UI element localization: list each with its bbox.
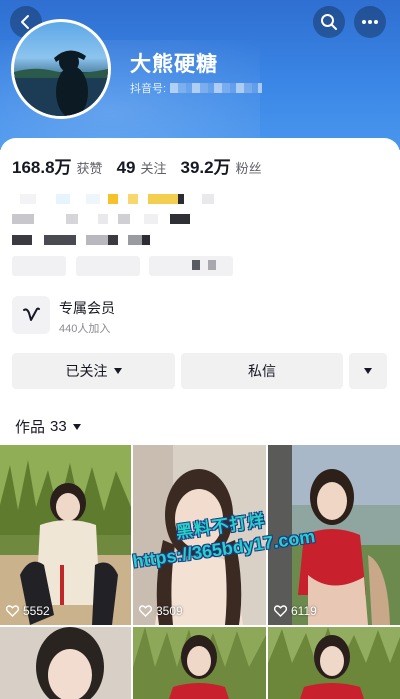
avatar-photo [14, 50, 108, 116]
membership-subtitle: 440人加入 [59, 323, 111, 335]
video-thumbnail-image [0, 627, 131, 699]
message-button-label: 私信 [248, 363, 276, 379]
stat-likes-value: 168.8万 [12, 158, 72, 177]
video-thumbnail[interactable] [133, 627, 266, 699]
video-like-count: 6119 [274, 604, 317, 618]
video-like-count-value: 5552 [23, 604, 50, 618]
stat-likes[interactable]: 168.8万 获赞 [12, 153, 103, 178]
v-logo-icon [23, 307, 40, 321]
video-like-count: 3509 [139, 604, 183, 618]
followed-button-label: 已关注 [65, 363, 108, 379]
caret-down-icon [113, 368, 122, 374]
message-button[interactable]: 私信 [181, 353, 343, 389]
tab-works-count: 33 [50, 418, 67, 435]
membership-icon[interactable] [12, 296, 50, 334]
video-thumbnail[interactable] [0, 627, 131, 699]
stat-followers-label: 粉丝 [235, 161, 262, 176]
avatar[interactable] [11, 19, 111, 119]
stat-following-label: 关注 [140, 161, 167, 176]
video-thumbnail[interactable]: 5552 [0, 445, 131, 625]
video-thumbnail-image [133, 627, 266, 699]
search-icon [321, 14, 337, 30]
profile-nickname: 大熊硬糖 [130, 53, 218, 76]
video-like-count-value: 6119 [291, 604, 317, 618]
tab-works-label: 作品 [15, 419, 46, 436]
search-button[interactable] [313, 6, 345, 38]
stat-likes-label: 获赞 [76, 161, 103, 176]
heart-outline-icon [274, 605, 287, 617]
video-thumbnail-image [0, 445, 131, 625]
video-thumbnail[interactable] [268, 627, 400, 699]
stat-followers-value: 39.2万 [180, 158, 231, 177]
works-grid: 5552 3509 6119 [0, 445, 400, 699]
heart-outline-icon [139, 605, 152, 617]
heart-outline-icon [6, 605, 19, 617]
stat-following[interactable]: 49 关注 [117, 158, 167, 178]
membership-title[interactable]: 专属会员 [59, 298, 115, 318]
more-dots-icon [362, 20, 378, 24]
stats-row: 168.8万 获赞 49 关注 39.2万 粉丝 [12, 153, 276, 178]
stat-followers[interactable]: 39.2万 粉丝 [181, 153, 262, 178]
more-actions-dropdown-button[interactable] [349, 353, 387, 389]
tab-works[interactable]: 作品 33 [15, 416, 81, 437]
stat-following-value: 49 [116, 158, 136, 177]
douyin-id-row[interactable]: 抖音号: [130, 80, 263, 96]
video-thumbnail-image [268, 627, 400, 699]
bio-redacted [12, 190, 388, 278]
video-like-count: 5552 [6, 604, 50, 618]
douyin-id-value-redacted [170, 83, 263, 93]
caret-down-icon [72, 423, 81, 430]
video-like-count-value: 3509 [156, 604, 183, 618]
more-button[interactable] [354, 6, 386, 38]
followed-button[interactable]: 已关注 [12, 353, 175, 389]
douyin-id-label: 抖音号: [130, 83, 167, 95]
caret-down-icon [364, 368, 372, 374]
